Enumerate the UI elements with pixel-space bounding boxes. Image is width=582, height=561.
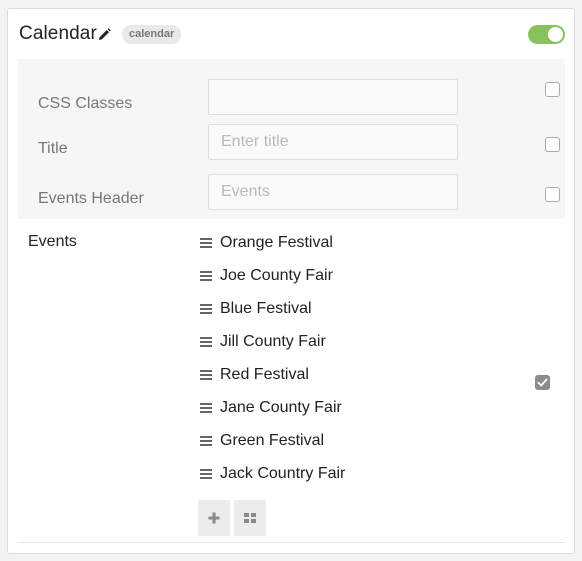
css-classes-input[interactable]: [208, 79, 458, 115]
event-name: Red Festival: [220, 366, 309, 383]
add-event-button[interactable]: [198, 500, 230, 536]
title-label: Title: [38, 140, 68, 157]
event-name: Blue Festival: [220, 300, 312, 317]
css-classes-checkbox[interactable]: [545, 82, 560, 97]
event-name: Jack Country Fair: [220, 465, 346, 482]
drag-handle-icon[interactable]: [200, 370, 212, 380]
events-label: Events: [28, 233, 77, 250]
checkmark-icon: [537, 378, 548, 387]
events-checkbox[interactable]: [535, 375, 550, 390]
events-header-label: Events Header: [38, 190, 144, 207]
drag-handle-icon[interactable]: [200, 469, 212, 479]
widget-header: Calendar calendar: [8, 9, 574, 59]
events-header-checkbox[interactable]: [545, 187, 560, 202]
plus-icon: [208, 512, 220, 524]
title-checkbox[interactable]: [545, 137, 560, 152]
css-classes-label: CSS Classes: [38, 95, 133, 112]
event-name: Green Festival: [220, 432, 325, 449]
drag-handle-icon[interactable]: [200, 238, 212, 248]
event-name: Jill County Fair: [220, 333, 326, 350]
widget-type-badge: calendar: [122, 25, 182, 44]
pencil-icon[interactable]: [98, 28, 111, 41]
drag-handle-icon[interactable]: [200, 436, 212, 446]
drag-handle-icon[interactable]: [200, 271, 212, 281]
event-name: Jane County Fair: [220, 399, 342, 416]
drag-handle-icon[interactable]: [200, 337, 212, 347]
drag-handle-icon[interactable]: [200, 403, 212, 413]
title-input[interactable]: [208, 124, 458, 160]
drag-handle-icon[interactable]: [200, 304, 212, 314]
grid-icon: [244, 513, 256, 523]
calendar-widget-card: Calendar calendar CSS Classes Title Even…: [7, 8, 575, 554]
settings-panel: CSS Classes Title Events Header: [18, 59, 565, 219]
widget-enabled-toggle[interactable]: [528, 25, 565, 44]
grid-view-button[interactable]: [234, 500, 266, 536]
events-header-input[interactable]: [208, 174, 458, 210]
event-name: Orange Festival: [220, 234, 333, 251]
divider: [18, 542, 565, 543]
event-name: Joe County Fair: [220, 267, 333, 284]
widget-title: Calendar: [19, 23, 97, 44]
toggle-knob: [548, 27, 563, 42]
